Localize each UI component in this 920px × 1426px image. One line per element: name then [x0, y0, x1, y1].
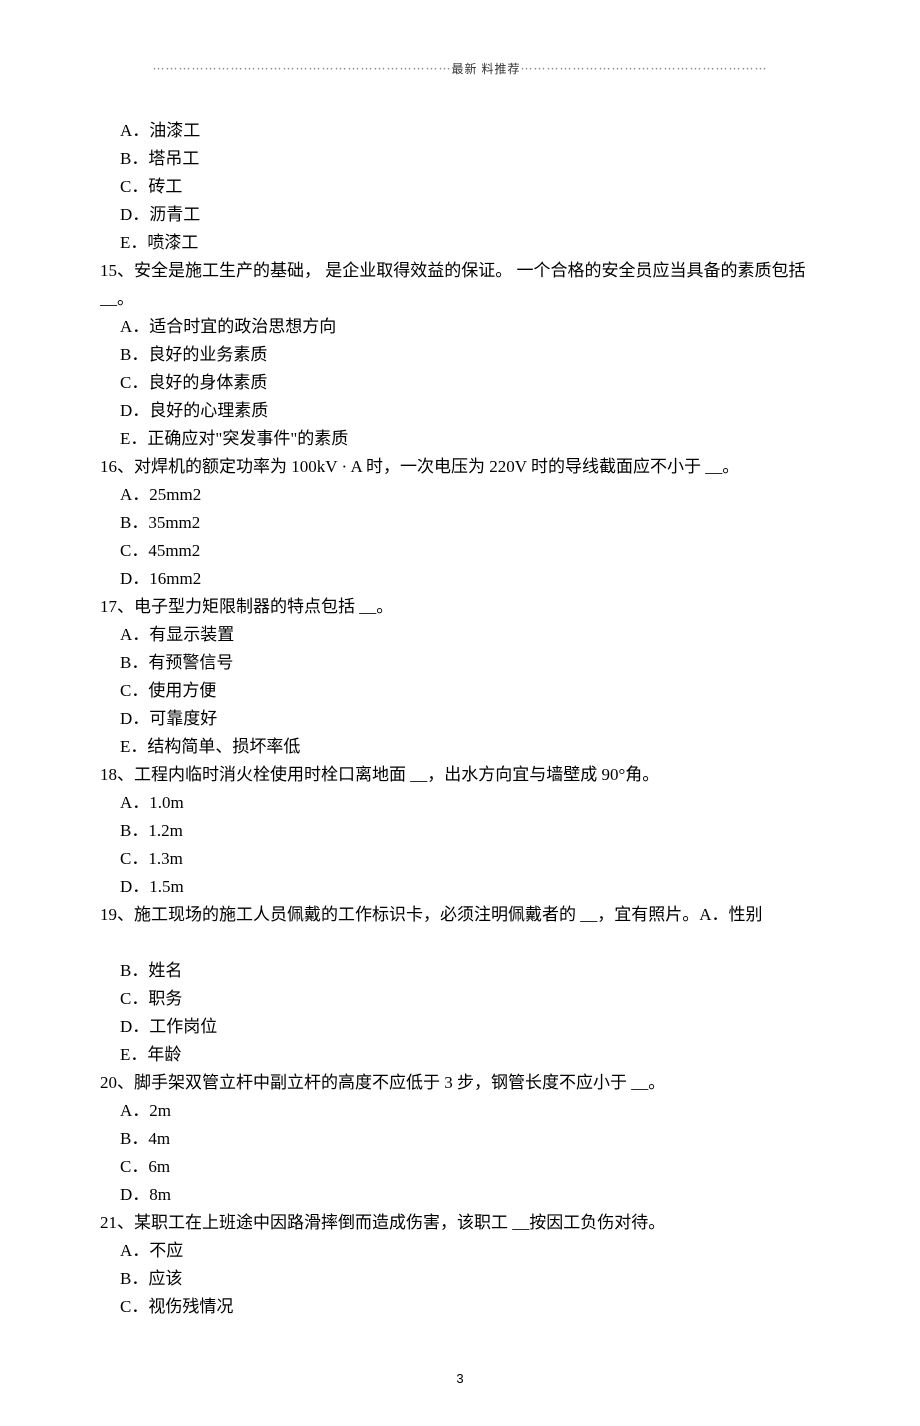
q19-stem: 19、施工现场的施工人员佩戴的工作标识卡，必须注明佩戴者的 __，宜有照片。A．… [100, 901, 820, 929]
q15-option-b: B．良好的业务素质 [100, 341, 820, 369]
q17-option-e: E．结构简单、损坏率低 [100, 733, 820, 761]
page-header: ⋯⋯⋯⋯⋯⋯⋯⋯⋯⋯⋯⋯⋯⋯⋯⋯⋯⋯⋯⋯⋯⋯⋯最新 料推荐⋯⋯⋯⋯⋯⋯⋯⋯⋯⋯⋯… [100, 60, 820, 77]
q17-option-c: C．使用方便 [100, 677, 820, 705]
q17-option-d: D．可靠度好 [100, 705, 820, 733]
q20-option-a: A．2m [100, 1097, 820, 1125]
header-dots-left: ⋯⋯⋯⋯⋯⋯⋯⋯⋯⋯⋯⋯⋯⋯⋯⋯⋯⋯⋯⋯⋯⋯⋯ [152, 62, 451, 76]
q20-option-b: B．4m [100, 1125, 820, 1153]
q16-option-a: A．25mm2 [100, 481, 820, 509]
header-text: 最新 料推荐 [451, 62, 520, 76]
q15-option-c: C．良好的身体素质 [100, 369, 820, 397]
q16-stem: 16、对焊机的额定功率为 100kV · A 时，一次电压为 220V 时的导线… [100, 453, 820, 481]
q19-blank [100, 929, 820, 957]
q17-option-b: B．有预警信号 [100, 649, 820, 677]
q18-option-d: D．1.5m [100, 873, 820, 901]
q21-option-a: A．不应 [100, 1237, 820, 1265]
q20-option-c: C．6m [100, 1153, 820, 1181]
q21-option-b: B．应该 [100, 1265, 820, 1293]
page-number: 3 [100, 1371, 820, 1386]
q16-option-d: D．16mm2 [100, 565, 820, 593]
q21-stem: 21、某职工在上班途中因路滑摔倒而造成伤害，该职工 __按因工负伤对待。 [100, 1209, 820, 1237]
header-dots-right: ⋯⋯⋯⋯⋯⋯⋯⋯⋯⋯⋯⋯⋯⋯⋯⋯⋯⋯⋯ [521, 62, 768, 76]
q15-option-e: E．正确应对"突发事件"的素质 [100, 425, 820, 453]
q15-option-d: D．良好的心理素质 [100, 397, 820, 425]
q18-option-c: C．1.3m [100, 845, 820, 873]
q17-option-a: A．有显示装置 [100, 621, 820, 649]
q16-option-c: C．45mm2 [100, 537, 820, 565]
q16-option-b: B．35mm2 [100, 509, 820, 537]
q14-option-d: D．沥青工 [100, 201, 820, 229]
q14-option-c: C．砖工 [100, 173, 820, 201]
q14-option-b: B．塔吊工 [100, 145, 820, 173]
document-page: ⋯⋯⋯⋯⋯⋯⋯⋯⋯⋯⋯⋯⋯⋯⋯⋯⋯⋯⋯⋯⋯⋯⋯最新 料推荐⋯⋯⋯⋯⋯⋯⋯⋯⋯⋯⋯… [0, 0, 920, 1426]
q18-option-b: B．1.2m [100, 817, 820, 845]
q15-option-a: A．适合时宜的政治思想方向 [100, 313, 820, 341]
q15-stem: 15、安全是施工生产的基础， 是企业取得效益的保证。 一个合格的安全员应当具备的… [100, 257, 820, 313]
q17-stem: 17、电子型力矩限制器的特点包括 __。 [100, 593, 820, 621]
q18-stem: 18、工程内临时消火栓使用时栓口离地面 __，出水方向宜与墙壁成 90°角。 [100, 761, 820, 789]
q19-option-c: C．职务 [100, 985, 820, 1013]
q14-option-a: A．油漆工 [100, 117, 820, 145]
q20-stem: 20、脚手架双管立杆中副立杆的高度不应低于 3 步，钢管长度不应小于 __。 [100, 1069, 820, 1097]
q19-option-b: B．姓名 [100, 957, 820, 985]
q19-option-e: E．年龄 [100, 1041, 820, 1069]
q14-option-e: E．喷漆工 [100, 229, 820, 257]
q21-option-c: C．视伤残情况 [100, 1293, 820, 1321]
q20-option-d: D．8m [100, 1181, 820, 1209]
q18-option-a: A．1.0m [100, 789, 820, 817]
q19-option-d: D．工作岗位 [100, 1013, 820, 1041]
